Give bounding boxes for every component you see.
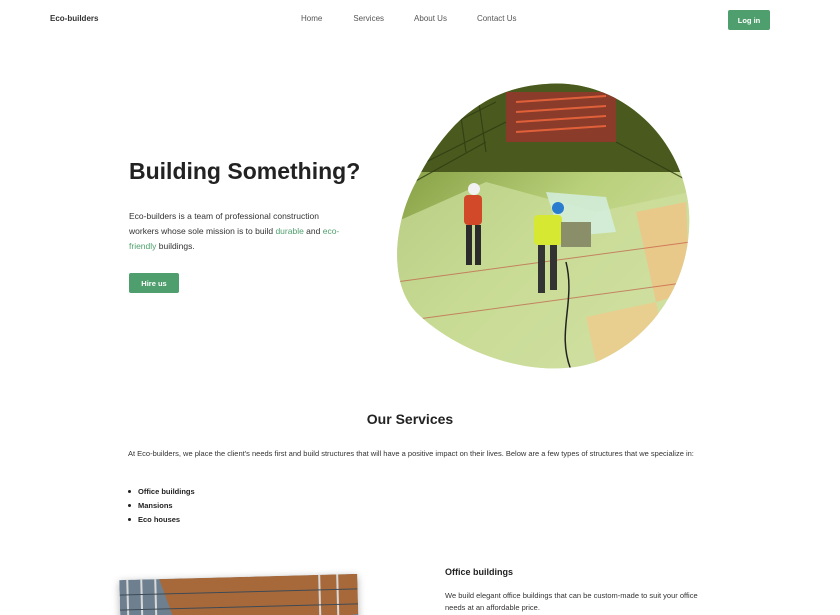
office-buildings-text: We build elegant office buildings that c…	[445, 591, 698, 612]
services-intro: At Eco-builders, we place the client's n…	[128, 449, 694, 458]
nav-link-services[interactable]: Services	[353, 14, 384, 23]
hero-text-mid: and	[303, 226, 323, 236]
services-list: Office buildings Mansions Eco houses	[128, 485, 195, 527]
hero-text-end: buildings.	[156, 241, 195, 251]
office-building-photo	[119, 573, 359, 615]
login-button[interactable]: Log in	[728, 10, 770, 30]
brand-logo[interactable]: Eco-builders	[50, 14, 98, 23]
hero-title: Building Something?	[129, 158, 361, 184]
hire-us-button[interactable]: Hire us	[129, 273, 179, 293]
nav-link-contact-us[interactable]: Contact Us	[477, 14, 517, 23]
construction-workers-photo	[397, 83, 690, 369]
hero-description: Eco-builders is a team of professional c…	[129, 209, 349, 254]
nav-link-about-us[interactable]: About Us	[414, 14, 447, 23]
service-item-eco-houses: Eco houses	[128, 513, 195, 527]
service-item-office-buildings: Office buildings	[128, 485, 195, 499]
top-navbar: Eco-builders Home Services About Us Cont…	[0, 0, 840, 40]
office-buildings-title: Office buildings	[445, 567, 514, 577]
hero-accent-durable: durable	[275, 226, 304, 236]
services-title: Our Services	[366, 411, 454, 427]
nav-link-home[interactable]: Home	[301, 14, 322, 23]
service-item-mansions: Mansions	[128, 499, 195, 513]
nav-links: Home Services About Us Contact Us	[301, 14, 517, 23]
